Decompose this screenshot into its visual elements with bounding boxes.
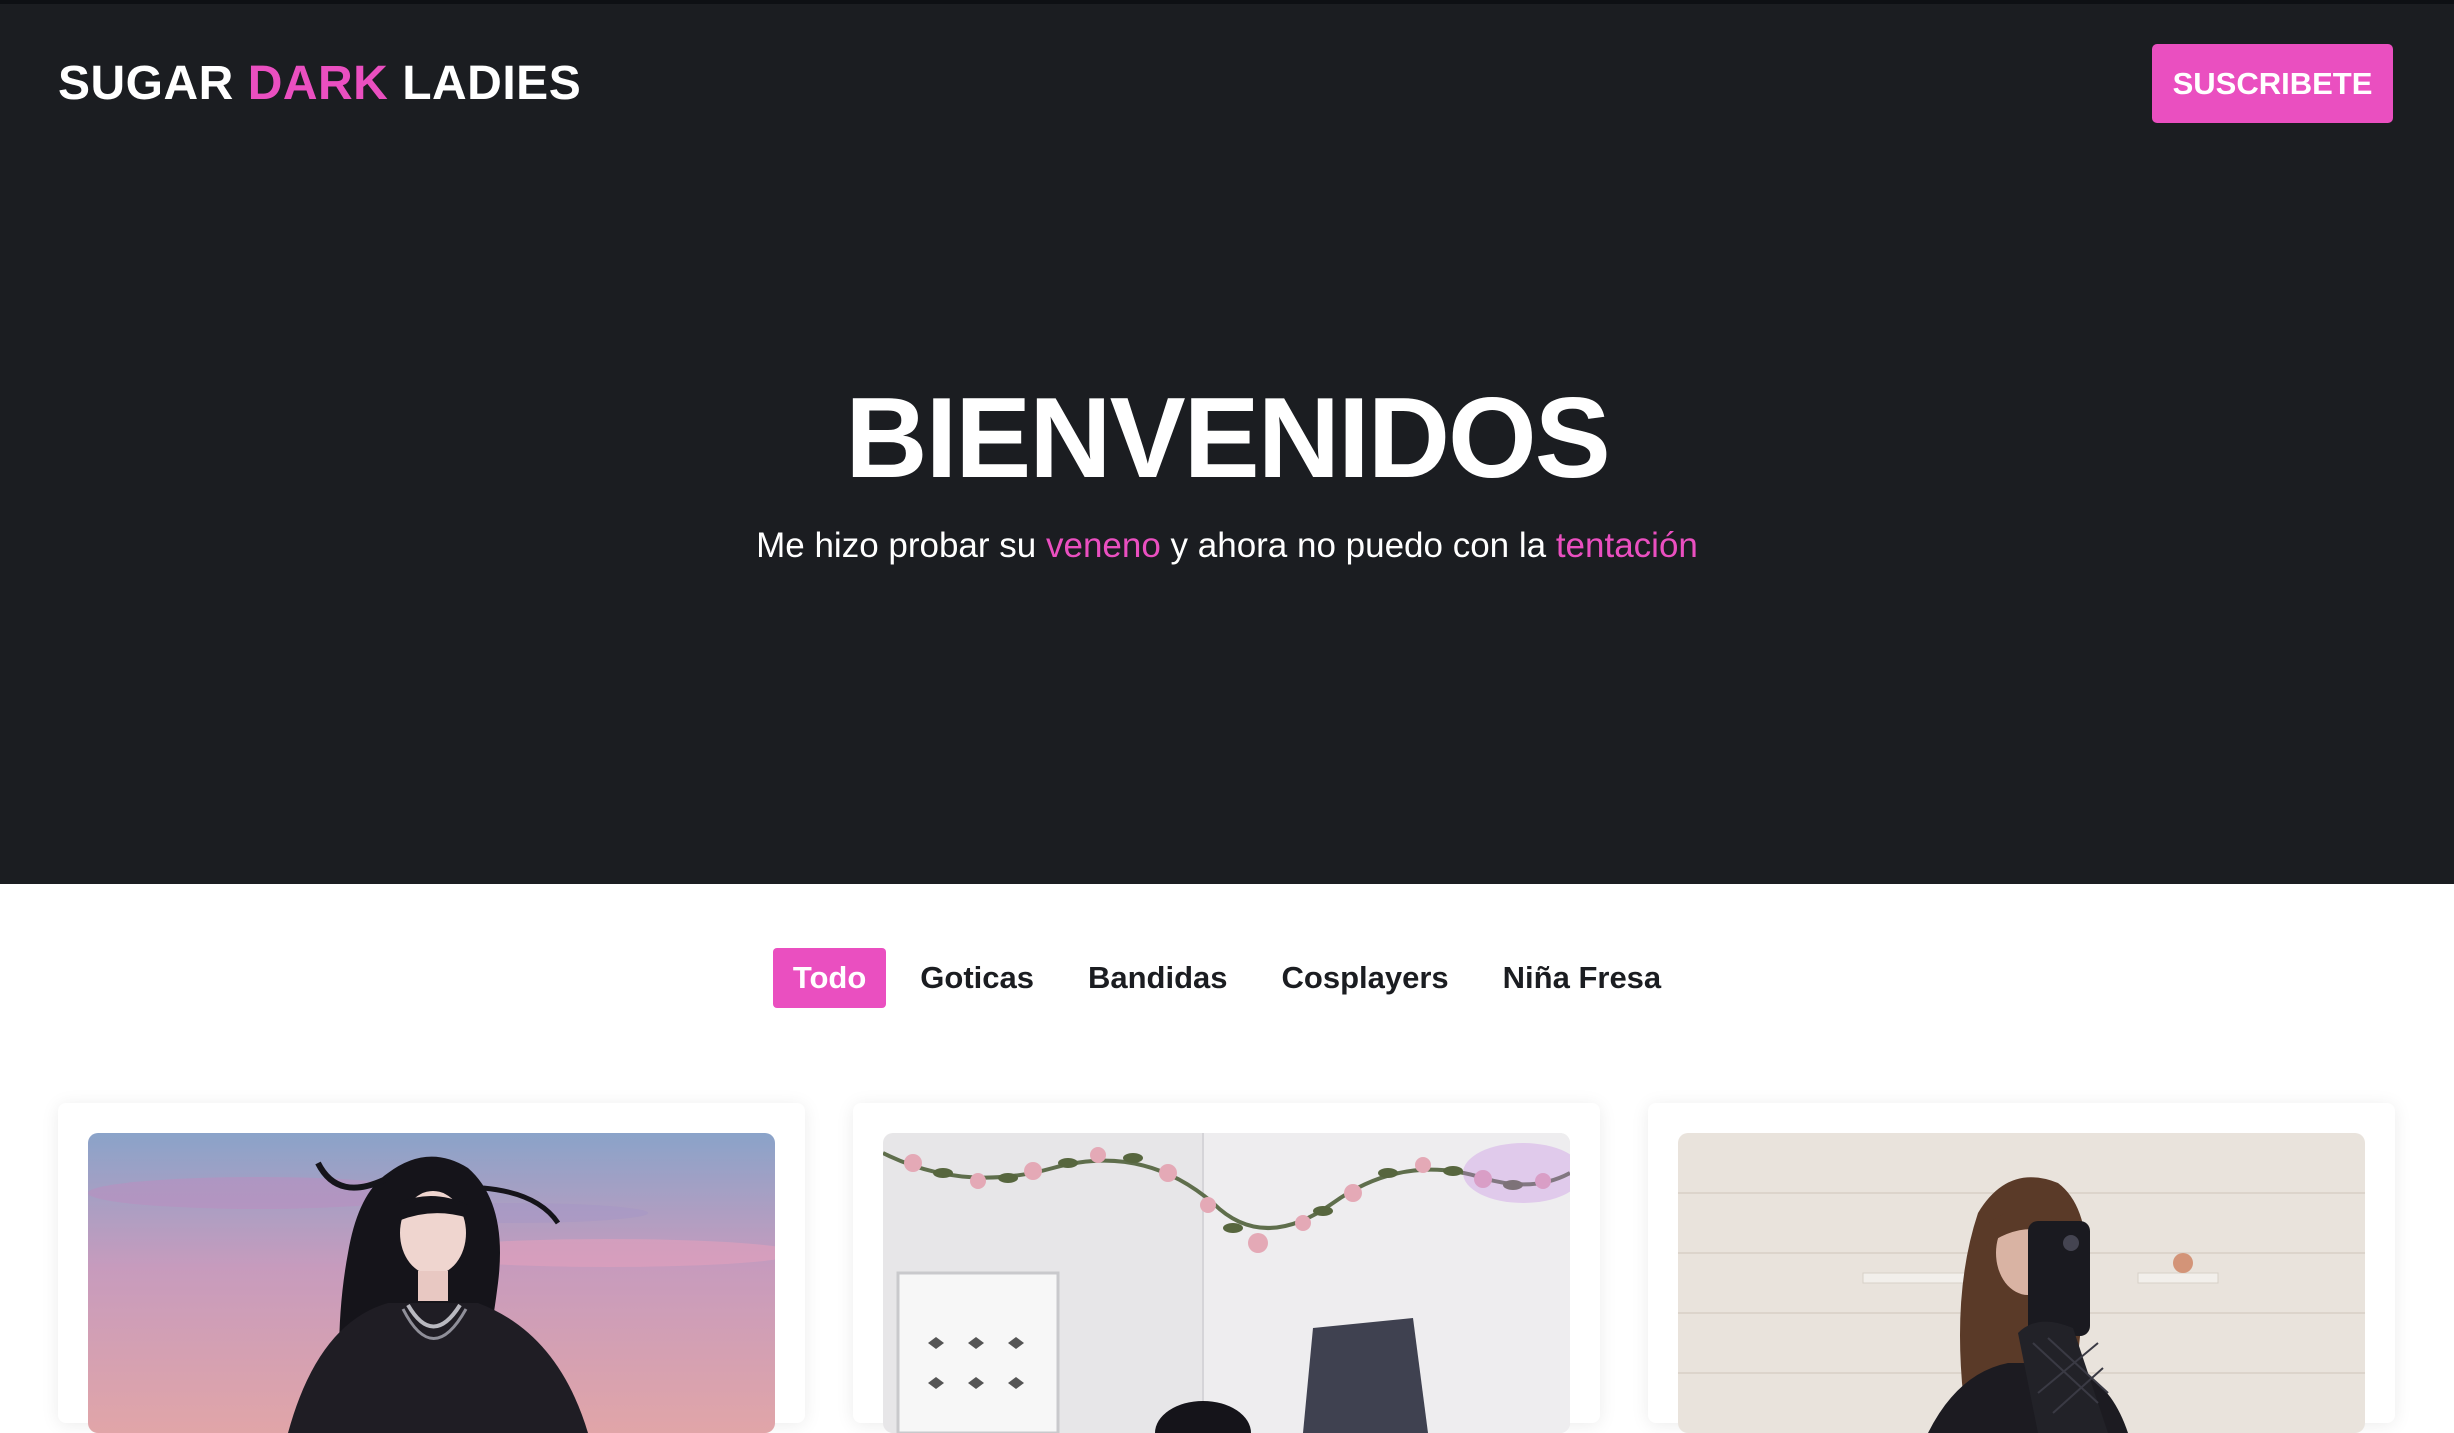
gallery-card[interactable] — [853, 1103, 1600, 1433]
filter-nina-fresa[interactable]: Niña Fresa — [1483, 948, 1682, 1008]
filter-cosplayers[interactable]: Cosplayers — [1262, 948, 1469, 1008]
gallery-photo[interactable] — [88, 1133, 775, 1433]
gallery-photo[interactable] — [1678, 1133, 2365, 1433]
subtitle-text-1: Me hizo probar su — [756, 526, 1046, 565]
logo-part-sugar: SUGAR — [58, 57, 234, 110]
gallery-card[interactable] — [58, 1103, 805, 1433]
subtitle-highlight-tentacion: tentación — [1555, 526, 1698, 565]
filter-goticas[interactable]: Goticas — [900, 948, 1054, 1008]
photo-room-flowers — [883, 1133, 1570, 1433]
gallery-card[interactable] — [1648, 1103, 2395, 1433]
hero-section: SUGAR DARK LADIES SUSCRIBETE BIENVENIDOS… — [0, 0, 2454, 884]
logo-part-dark: DARK — [247, 57, 389, 110]
gallery-photo[interactable] — [883, 1133, 1570, 1433]
photo-girl-sunset — [88, 1133, 775, 1433]
subtitle-text-2: y ahora no puedo con la — [1160, 526, 1556, 565]
site-logo[interactable]: SUGAR DARK LADIES — [58, 54, 581, 114]
photo-mirror-selfie — [1678, 1133, 2365, 1433]
logo-part-ladies: LADIES — [402, 57, 582, 110]
hero-title: BIENVENIDOS — [845, 375, 1610, 502]
subtitle-highlight-veneno: veneno — [1045, 526, 1161, 565]
hero-subtitle: Me hizo probar su veneno y ahora no pued… — [0, 524, 2454, 568]
filter-bandidas[interactable]: Bandidas — [1068, 948, 1248, 1008]
category-filter-bar: Todo Goticas Bandidas Cosplayers Niña Fr… — [0, 948, 2454, 1008]
subscribe-button[interactable]: SUSCRIBETE — [2152, 44, 2393, 123]
filter-todo[interactable]: Todo — [772, 948, 887, 1008]
